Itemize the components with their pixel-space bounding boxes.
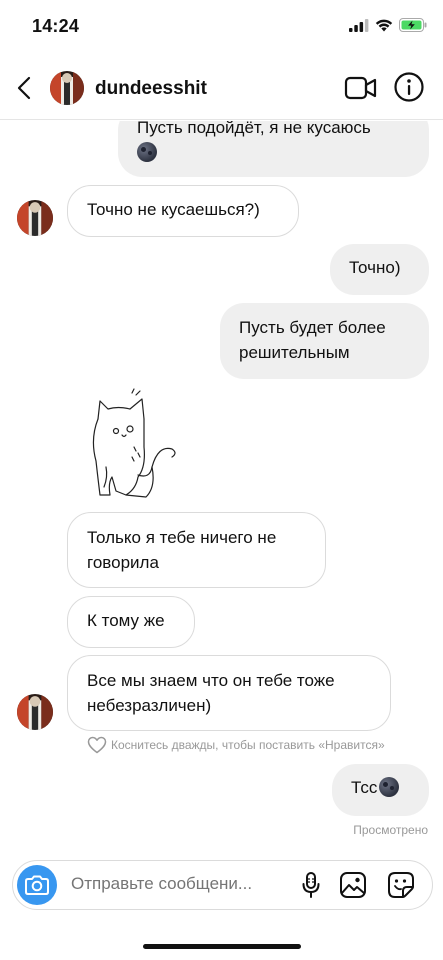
message-text-line: решительным: [239, 343, 350, 362]
camera-button[interactable]: [17, 865, 57, 905]
avatar-image: [50, 71, 84, 105]
message-outgoing[interactable]: Пусть будет более решительным: [220, 303, 429, 379]
message-outgoing[interactable]: Тсс: [332, 764, 429, 816]
message-outgoing[interactable]: Пусть подойдёт, я не кусаюсь: [118, 121, 429, 177]
seen-receipt: Просмотрено: [353, 823, 428, 837]
home-indicator[interactable]: [143, 944, 301, 949]
message-thread: Пусть подойдёт, я не кусаюсь Точно не ку…: [0, 121, 443, 856]
sticker-icon: [388, 872, 414, 898]
message-outgoing[interactable]: Точно): [330, 244, 429, 295]
message-text-line: Только я тебе ничего не: [87, 528, 277, 547]
message-text: Пусть подойдёт, я не кусаюсь: [137, 121, 371, 137]
cat-sticker-icon: [92, 388, 176, 498]
wifi-icon: [375, 19, 393, 31]
microphone-icon: [302, 872, 320, 898]
sticker-button[interactable]: [387, 871, 415, 899]
info-icon: [394, 72, 424, 102]
avatar-image: [17, 200, 53, 236]
status-time: 14:24: [32, 16, 80, 36]
info-button[interactable]: [393, 71, 425, 103]
gallery-button[interactable]: [339, 871, 367, 899]
message-text: Тсс: [351, 778, 378, 797]
new-moon-face-icon: [137, 142, 157, 162]
video-camera-icon: [344, 76, 377, 100]
cellular-signal-icon: [349, 18, 369, 32]
message-input[interactable]: [71, 874, 291, 894]
message-incoming[interactable]: К тому же: [67, 596, 195, 648]
chevron-left-icon: [17, 76, 31, 100]
message-text: Точно не кусаешься?): [87, 200, 260, 219]
header-avatar[interactable]: [50, 71, 84, 105]
cat-sticker[interactable]: [86, 387, 182, 501]
new-moon-face-icon: [379, 777, 400, 797]
status-icons: [349, 18, 427, 32]
message-incoming[interactable]: Точно не кусаешься?): [67, 185, 299, 237]
battery-charging-icon: [399, 18, 427, 32]
video-call-button[interactable]: [344, 73, 378, 103]
message-text-line: небезразличен): [87, 696, 212, 715]
heart-icon[interactable]: [87, 736, 107, 754]
header-username[interactable]: dundeesshit: [95, 78, 207, 100]
message-text: К тому же: [87, 611, 165, 630]
status-bar: 14:24: [0, 0, 443, 54]
image-icon: [340, 872, 366, 898]
camera-icon: [25, 875, 49, 895]
message-text-line: Пусть будет более: [239, 318, 386, 337]
sender-avatar[interactable]: [17, 694, 53, 730]
microphone-button[interactable]: [297, 871, 325, 899]
message-text-line: Все мы знаем что он тебе тоже: [87, 671, 335, 690]
message-composer: [12, 860, 433, 910]
avatar-image: [17, 694, 53, 730]
message-incoming[interactable]: Только я тебе ничего не говорила: [67, 512, 326, 588]
message-text-line: говорила: [87, 553, 159, 572]
message-incoming[interactable]: Все мы знаем что он тебе тоже небезразли…: [67, 655, 391, 731]
sender-avatar[interactable]: [17, 200, 53, 236]
double-tap-like-hint: Коснитесь дважды, чтобы поставить «Нрави…: [87, 736, 385, 754]
like-hint-text: Коснитесь дважды, чтобы поставить «Нрави…: [111, 738, 385, 752]
message-text: Точно): [349, 258, 401, 277]
back-button[interactable]: [10, 72, 38, 104]
chat-header: dundeesshit: [0, 58, 443, 120]
